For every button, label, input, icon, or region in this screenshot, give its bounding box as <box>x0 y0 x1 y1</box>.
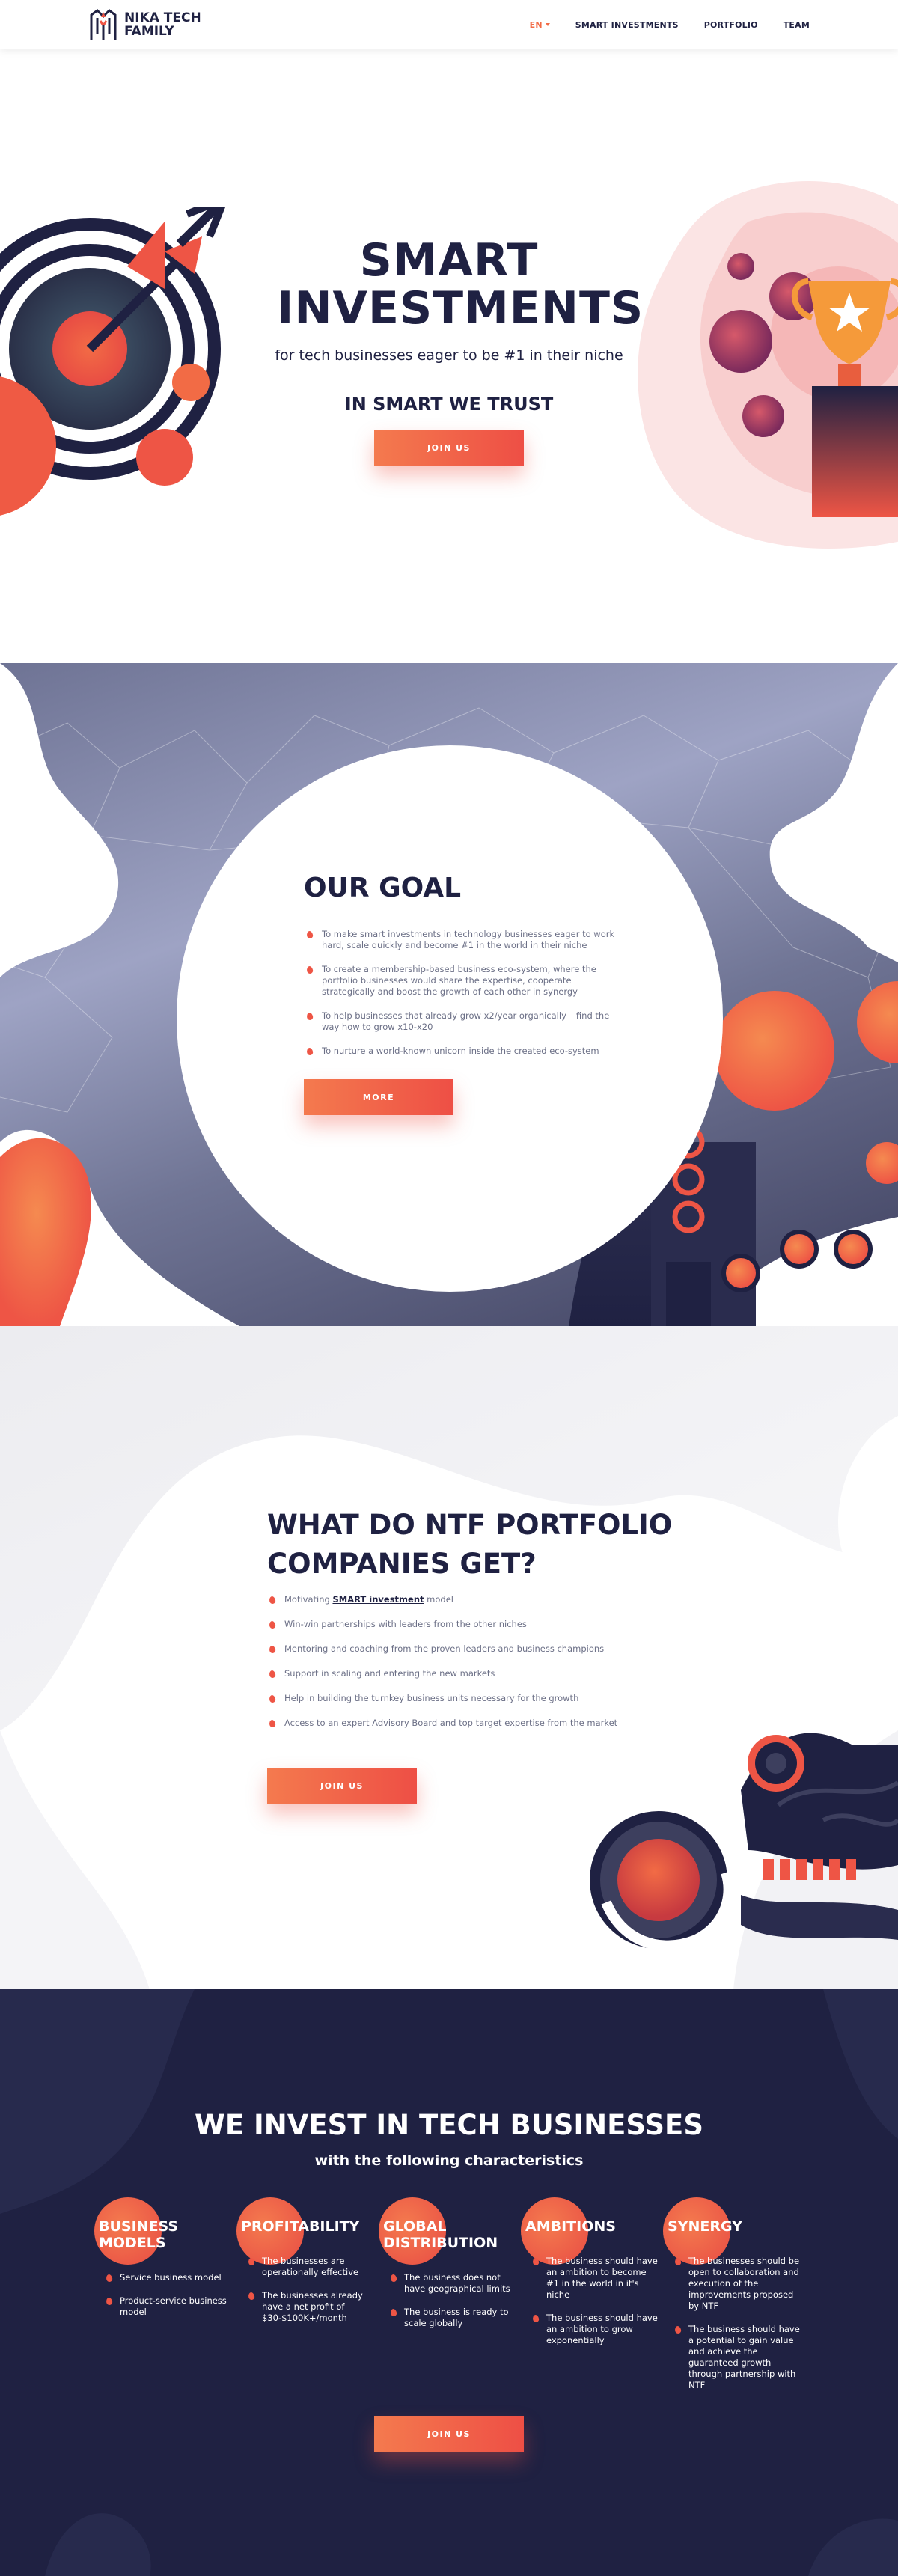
characteristic-list: The businesses are operationally effecti… <box>247 2256 374 2336</box>
list-item: The businesses should be open to collabo… <box>674 2256 801 2312</box>
characteristic-global-distribution: GLOBAL DISTRIBUTION The business does no… <box>379 2197 513 2328</box>
list-item: The business does not have geographical … <box>389 2272 516 2295</box>
hero-section: SMART INVESTMENTS for tech businesses ea… <box>0 49 898 663</box>
list-item: Product-service business model <box>105 2295 232 2318</box>
invest-title: WE INVEST IN TECH BUSINESSES <box>195 2109 703 2141</box>
list-item: Mentoring and coaching from the proven l… <box>268 1643 657 1655</box>
hero-join-us-button[interactable]: JOIN US <box>374 430 524 466</box>
list-item: To help businesses that already grow x2/… <box>305 1010 627 1033</box>
invest-join-us-button[interactable]: JOIN US <box>374 2416 524 2452</box>
goal-section: OUR GOAL To make smart investments in te… <box>0 663 898 1326</box>
list-item: The business should have an ambition to … <box>531 2256 659 2301</box>
hero-subtitle: for tech businesses eager to be #1 in th… <box>275 347 623 364</box>
trophy-illustration <box>638 181 898 549</box>
goal-more-button[interactable]: MORE <box>304 1079 453 1115</box>
target-illustration <box>0 207 226 516</box>
list-item: Access to an expert Advisory Board and t… <box>268 1718 657 1729</box>
nav-item-smart-investments[interactable]: SMART INVESTMENTS <box>575 20 679 30</box>
portfolio-benefits-list: Motivating SMART investment model Win-wi… <box>268 1594 657 1742</box>
list-item: Win-win partnerships with leaders from t… <box>268 1619 657 1630</box>
portfolio-section: WHAT DO NTF PORTFOLIO COMPANIES GET? Mot… <box>0 1326 898 1989</box>
characteristic-title: AMBITIONS <box>525 2218 616 2235</box>
goal-list: To make smart investments in technology … <box>305 929 627 1069</box>
characteristic-title: SYNERGY <box>668 2218 742 2235</box>
logo-text: NIKA TECH FAMILY <box>124 10 201 39</box>
list-item: The business should have an ambition to … <box>531 2313 659 2346</box>
smart-investment-link[interactable]: SMART investment <box>332 1594 424 1605</box>
list-item-suffix: model <box>424 1594 453 1605</box>
characteristic-list: The business should have an ambition to … <box>531 2256 659 2358</box>
portfolio-title: WHAT DO NTF PORTFOLIO COMPANIES GET? <box>267 1509 673 1580</box>
list-item: The businesses are operationally effecti… <box>247 2256 374 2278</box>
characteristic-business-models: BUSINESS MODELS Service business model P… <box>94 2197 229 2317</box>
portfolio-join-us-button[interactable]: JOIN US <box>267 1768 417 1804</box>
goal-title: OUR GOAL <box>304 873 462 903</box>
nav-language-label: EN <box>529 19 543 30</box>
list-item: To nurture a world-known unicorn inside … <box>305 1046 627 1057</box>
list-item: To make smart investments in technology … <box>305 929 627 951</box>
characteristic-title: BUSINESS MODELS <box>99 2218 179 2251</box>
nav-item-portfolio[interactable]: PORTFOLIO <box>704 20 758 30</box>
list-item: The businesses already have a net profit… <box>247 2290 374 2324</box>
hero-title: SMART INVESTMENTS <box>277 234 644 335</box>
main-nav: EN SMART INVESTMENTS PORTFOLIO TEAM <box>530 0 810 49</box>
site-header: NIKA TECH FAMILY EN SMART INVESTMENTS PO… <box>0 0 898 49</box>
chevron-down-icon <box>545 23 550 26</box>
nav-language-switcher[interactable]: EN <box>530 20 550 30</box>
hero-motto: IN SMART WE TRUST <box>344 394 554 415</box>
list-item: The business should have a potential to … <box>674 2324 801 2391</box>
list-item: To create a membership-based business ec… <box>305 964 627 998</box>
characteristic-title: PROFITABILITY <box>241 2218 360 2235</box>
characteristic-list: The businesses should be open to collabo… <box>674 2256 801 2403</box>
list-item: Service business model <box>105 2272 232 2283</box>
logo-mark-icon <box>90 9 117 40</box>
list-item: Help in building the turnkey business un… <box>268 1693 657 1704</box>
list-item-prefix: Motivating <box>284 1594 333 1605</box>
characteristic-title: GLOBAL DISTRIBUTION <box>383 2218 498 2251</box>
characteristic-list: Service business model Product-service b… <box>105 2272 232 2330</box>
invest-section: WE INVEST IN TECH BUSINESSES with the fo… <box>0 1989 898 2576</box>
characteristic-ambitions: AMBITIONS The business should have an am… <box>521 2197 658 2345</box>
invest-subtitle: with the following characteristics <box>314 2152 584 2169</box>
logo[interactable]: NIKA TECH FAMILY <box>88 7 207 42</box>
nav-item-team[interactable]: TEAM <box>784 20 810 30</box>
list-item: The business is ready to scale globally <box>389 2307 516 2329</box>
list-item: Support in scaling and entering the new … <box>268 1668 657 1679</box>
characteristic-synergy: SYNERGY The businesses should be open to… <box>663 2197 800 2390</box>
characteristic-list: The business does not have geographical … <box>389 2272 516 2341</box>
characteristic-profitability: PROFITABILITY The businesses are operati… <box>236 2197 371 2323</box>
list-item: Motivating SMART investment model <box>268 1594 657 1605</box>
